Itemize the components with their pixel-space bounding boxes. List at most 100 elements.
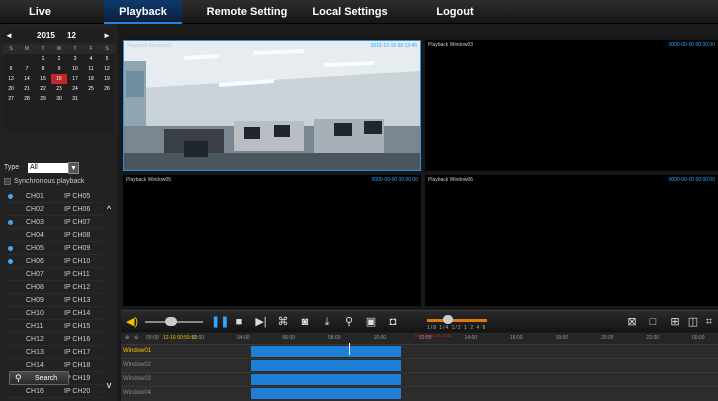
calendar-day[interactable]: 14 — [19, 74, 35, 84]
zoom-in-icon[interactable]: ⊕ — [125, 335, 129, 341]
calendar-day[interactable]: 25 — [83, 84, 99, 94]
calendar-day[interactable]: 6 — [3, 64, 19, 74]
playback-window-05[interactable]: Playback Window05 0000-00-00 00:00:00 — [123, 175, 421, 306]
calendar-day[interactable]: 20 — [3, 84, 19, 94]
playback-window-03[interactable]: Playback Window03 0000-00-00 00:00:00 — [425, 40, 718, 171]
channel-row[interactable]: CH16 IP CH20 — [4, 385, 102, 398]
channel-scrollbar[interactable]: ^ v — [104, 190, 114, 397]
channel-row[interactable]: CH03 IP CH07 — [4, 216, 102, 229]
clip-icon[interactable]: ⌘ — [277, 315, 289, 329]
channel-row[interactable]: CH08 IP CH12 — [4, 281, 102, 294]
channel-row[interactable]: CH11 IP CH15 — [4, 320, 102, 333]
channel-row[interactable]: CH04 IP CH08 — [4, 229, 102, 242]
calendar-day[interactable]: 12 — [99, 64, 115, 74]
download-icon[interactable]: ⤓ — [321, 315, 333, 329]
channel-row[interactable]: CH09 IP CH13 — [4, 294, 102, 307]
calendar-day[interactable]: 3 — [67, 54, 83, 64]
playback-window-06[interactable]: Playback Window06 0000-00-00 00:00:00 — [425, 175, 718, 306]
timeline-row[interactable]: Window03 — [121, 372, 718, 385]
timeline-row[interactable]: Window04 — [121, 386, 718, 399]
calendar-day[interactable]: 27 — [3, 94, 19, 104]
channel-name: CH16 — [26, 388, 44, 395]
calendar-day[interactable]: 21 — [19, 84, 35, 94]
chevron-up-icon[interactable]: ^ — [104, 204, 114, 214]
calendar-day[interactable]: 30 — [51, 94, 67, 104]
calendar-day[interactable]: 28 — [19, 94, 35, 104]
speed-slider-handle[interactable] — [443, 315, 453, 324]
sync-playback-row[interactable]: Synchronous playback — [4, 176, 116, 188]
timeline-row[interactable]: Window01 — [121, 344, 718, 357]
calendar-day[interactable]: 18 — [83, 74, 99, 84]
speed-slider[interactable] — [427, 319, 487, 322]
layout-1x1-icon[interactable]: ⊠ — [625, 315, 639, 329]
layout-full-icon[interactable]: ⌗ — [703, 315, 715, 329]
nav-logout[interactable]: Logout — [420, 0, 490, 24]
channel-row[interactable]: CH07 IP CH11 — [4, 268, 102, 281]
nav-local-settings[interactable]: Local Settings — [300, 0, 400, 24]
calendar-day[interactable]: 29 — [35, 94, 51, 104]
pause-icon[interactable]: ❚❚ — [211, 315, 229, 329]
chevron-down-icon[interactable]: v — [104, 380, 114, 390]
layout-3x3-icon[interactable]: ◫ — [687, 315, 699, 329]
timeline-row[interactable]: Window02 — [121, 358, 718, 371]
recording-segment[interactable] — [251, 388, 401, 399]
calendar-day[interactable]: 11 — [83, 64, 99, 74]
calendar-day[interactable]: 31 — [67, 94, 83, 104]
volume-slider-handle[interactable] — [165, 317, 177, 326]
calendar-day[interactable]: 24 — [67, 84, 83, 94]
recording-segment[interactable] — [251, 360, 401, 371]
calendar-day[interactable]: 1 — [35, 54, 51, 64]
channel-row[interactable]: CH13 IP CH17 — [4, 346, 102, 359]
window-timestamp: 0000-00-00 00:00:00 — [668, 42, 715, 48]
recording-segment[interactable] — [251, 346, 401, 357]
channel-row[interactable]: CH12 IP CH16 — [4, 333, 102, 346]
channel-row[interactable]: CH06 IP CH10 — [4, 255, 102, 268]
calendar-weekday: S — [99, 44, 115, 54]
calendar-next-button[interactable]: ► — [103, 30, 111, 42]
playback-window-01[interactable]: Playback Window01 2015-12-16 08:13:46 — [123, 40, 421, 171]
fullscreen-icon[interactable]: ◘ — [387, 315, 399, 329]
play-frame-icon[interactable]: ▣ — [365, 315, 377, 329]
calendar-day[interactable]: 16 — [51, 74, 67, 84]
calendar-day[interactable]: 17 — [67, 74, 83, 84]
nav-remote-setting[interactable]: Remote Setting — [200, 0, 294, 24]
calendar-day[interactable]: 5 — [99, 54, 115, 64]
type-select[interactable]: All — [28, 163, 68, 173]
calendar-day[interactable]: 23 — [51, 84, 67, 94]
channel-row[interactable]: CH02 IP CH06 — [4, 203, 102, 216]
timeline[interactable]: ⊕ ⊖ 12-16 00:59:19 2015-12-16 08:13:46 0… — [121, 333, 718, 401]
calendar-day[interactable]: 15 — [35, 74, 51, 84]
calendar-day[interactable]: 7 — [19, 64, 35, 74]
search-button[interactable]: ⚲ Search — [9, 371, 69, 385]
layout-single-icon[interactable]: □ — [647, 315, 659, 329]
stop-icon[interactable]: ■ — [233, 315, 245, 329]
snapshot-icon[interactable]: ◙ — [299, 315, 311, 329]
calendar-weekday-row: SMTWTFS — [3, 44, 115, 54]
calendar-day[interactable]: 13 — [3, 74, 19, 84]
nav-live[interactable]: Live — [0, 0, 80, 24]
calendar-day[interactable]: 26 — [99, 84, 115, 94]
calendar-day[interactable]: 10 — [67, 64, 83, 74]
chevron-down-icon[interactable]: ▼ — [68, 162, 79, 174]
channel-row[interactable]: CH10 IP CH14 — [4, 307, 102, 320]
nav-playback[interactable]: Playback — [104, 0, 182, 24]
step-forward-icon[interactable]: ▶| — [255, 315, 267, 329]
timeline-tick: 00:00 — [692, 335, 705, 341]
zoom-icon[interactable]: ⚲ — [343, 315, 355, 329]
sync-checkbox[interactable] — [4, 177, 11, 185]
calendar-day[interactable]: 2 — [51, 54, 67, 64]
channel-name: CH04 — [26, 232, 44, 239]
timeline-cursor[interactable] — [349, 343, 350, 355]
calendar-day[interactable]: 4 — [83, 54, 99, 64]
channel-row[interactable]: CH01 IP CH05 — [4, 190, 102, 203]
recording-segment[interactable] — [251, 374, 401, 385]
layout-2x2-icon[interactable]: ⊞ — [669, 315, 681, 329]
calendar-day[interactable]: 22 — [35, 84, 51, 94]
calendar-day[interactable]: 9 — [51, 64, 67, 74]
calendar-day[interactable]: 19 — [99, 74, 115, 84]
zoom-out-icon[interactable]: ⊖ — [134, 335, 138, 341]
calendar-prev-button[interactable]: ◄ — [5, 30, 13, 42]
volume-icon[interactable]: ◀) — [125, 315, 139, 329]
channel-row[interactable]: CH05 IP CH09 — [4, 242, 102, 255]
calendar-day[interactable]: 8 — [35, 64, 51, 74]
